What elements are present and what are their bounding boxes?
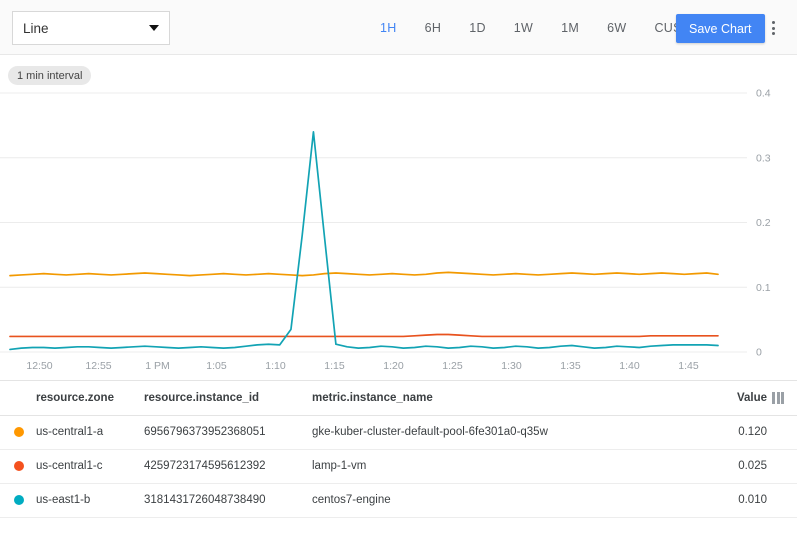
cell-value: 0.025 [712,449,772,483]
y-axis-tick-label: 0.1 [756,282,771,294]
th-resource-zone[interactable]: resource.zone [36,381,144,415]
series-legend-table: resource.zone resource.instance_id metri… [0,380,797,518]
range-button-6h[interactable]: 6H [425,15,442,41]
range-button-1m[interactable]: 1M [561,15,579,41]
series-color-dot-icon [14,461,24,471]
series-line-1[interactable] [10,335,718,337]
chart-toolbar: Line 1H6H1D1W1M6WCUSTOM Save Chart [0,0,797,55]
column-bar [772,392,775,404]
cell-metric-instance-name: centos7-engine [312,483,712,517]
x-axis-tick-label: 1:30 [501,360,522,372]
th-metric-instance-name[interactable]: metric.instance_name [312,381,712,415]
y-axis-tick-label: 0.2 [756,217,771,229]
x-axis-tick-label: 1:40 [619,360,640,372]
cell-resource-zone: us-central1-c [36,449,144,483]
cell-spacer [772,415,797,449]
cell-resource-instance-id: 4259723174595612392 [144,449,312,483]
series-color-swatch-cell [0,449,36,483]
chevron-down-icon [149,25,159,31]
table-row[interactable]: us-central1-a6956796373952368051gke-kube… [0,415,797,449]
x-axis-tick-label: 12:55 [85,360,111,372]
range-button-6w[interactable]: 6W [607,15,626,41]
chart-x-axis-labels: 12:50 12:55 1 PM 1:05 1:10 1:15 1:20 1:25 1:30 1:… [26,360,699,372]
y-axis-tick-label: 0 [756,347,762,359]
cell-spacer [772,483,797,517]
cell-resource-instance-id: 3181431726048738490 [144,483,312,517]
kebab-dot [772,21,775,24]
x-axis-tick-label: 1 PM [145,360,170,372]
cell-metric-instance-name: lamp-1-vm [312,449,712,483]
series-color-swatch-cell [0,483,36,517]
chart-gridlines [0,93,747,352]
x-axis-tick-label: 1:10 [265,360,286,372]
series-line-0[interactable] [10,272,718,275]
chart-svg: 0 0.1 0.2 0.3 0.4 12:50 12:55 1 PM 1:05 1:10 1:15… [0,86,797,378]
column-bar [781,392,784,404]
series-line-2[interactable] [10,132,718,350]
series-color-dot-icon [14,427,24,437]
chart-plot[interactable]: 0 0.1 0.2 0.3 0.4 12:50 12:55 1 PM 1:05 1:10 1:15… [0,86,797,378]
x-axis-tick-label: 1:20 [383,360,404,372]
cell-value: 0.120 [712,415,772,449]
save-chart-button[interactable]: Save Chart [676,14,765,43]
y-axis-tick-label: 0.3 [756,152,771,164]
legend-table-body: us-central1-a6956796373952368051gke-kube… [0,415,797,517]
chart-type-dropdown[interactable]: Line [12,11,170,45]
range-button-1h[interactable]: 1H [380,15,397,41]
chart-y-axis-labels: 0 0.1 0.2 0.3 0.4 [756,88,771,359]
legend-table-head: resource.zone resource.instance_id metri… [0,381,797,415]
range-button-1d[interactable]: 1D [469,15,486,41]
x-axis-tick-label: 1:25 [442,360,463,372]
chart-series-lines [10,132,718,350]
time-range-group: 1H6H1D1W1M6WCUSTOM [366,0,724,55]
x-axis-tick-label: 12:50 [26,360,52,372]
legend-table-element: resource.zone resource.instance_id metri… [0,381,797,518]
th-columns-settings [772,381,797,415]
cell-resource-zone: us-east1-b [36,483,144,517]
cell-metric-instance-name: gke-kuber-cluster-default-pool-6fe301a0-… [312,415,712,449]
th-swatch [0,381,36,415]
range-button-1w[interactable]: 1W [514,15,533,41]
cell-resource-instance-id: 6956796373952368051 [144,415,312,449]
kebab-dot [772,27,775,30]
chart-type-value: Line [23,21,143,36]
x-axis-tick-label: 1:35 [560,360,581,372]
cell-resource-zone: us-central1-a [36,415,144,449]
interval-chip: 1 min interval [8,66,91,85]
cell-value: 0.010 [712,483,772,517]
y-axis-tick-label: 0.4 [756,88,771,100]
series-color-swatch-cell [0,415,36,449]
th-resource-instance-id[interactable]: resource.instance_id [144,381,312,415]
table-header-row: resource.zone resource.instance_id metri… [0,381,797,415]
x-axis-tick-label: 1:15 [324,360,345,372]
kebab-dot [772,32,775,35]
chart-editor-page: Line 1H6H1D1W1M6WCUSTOM Save Chart 1 min… [0,0,797,535]
series-color-dot-icon [14,495,24,505]
table-row[interactable]: us-east1-b3181431726048738490centos7-eng… [0,483,797,517]
table-row[interactable]: us-central1-c4259723174595612392lamp-1-v… [0,449,797,483]
th-value[interactable]: Value [712,381,772,415]
kebab-menu-icon[interactable] [762,16,784,40]
x-axis-tick-label: 1:05 [206,360,227,372]
cell-spacer [772,449,797,483]
x-axis-tick-label: 1:45 [678,360,699,372]
column-bar [777,392,780,404]
columns-settings-icon[interactable] [772,392,797,404]
